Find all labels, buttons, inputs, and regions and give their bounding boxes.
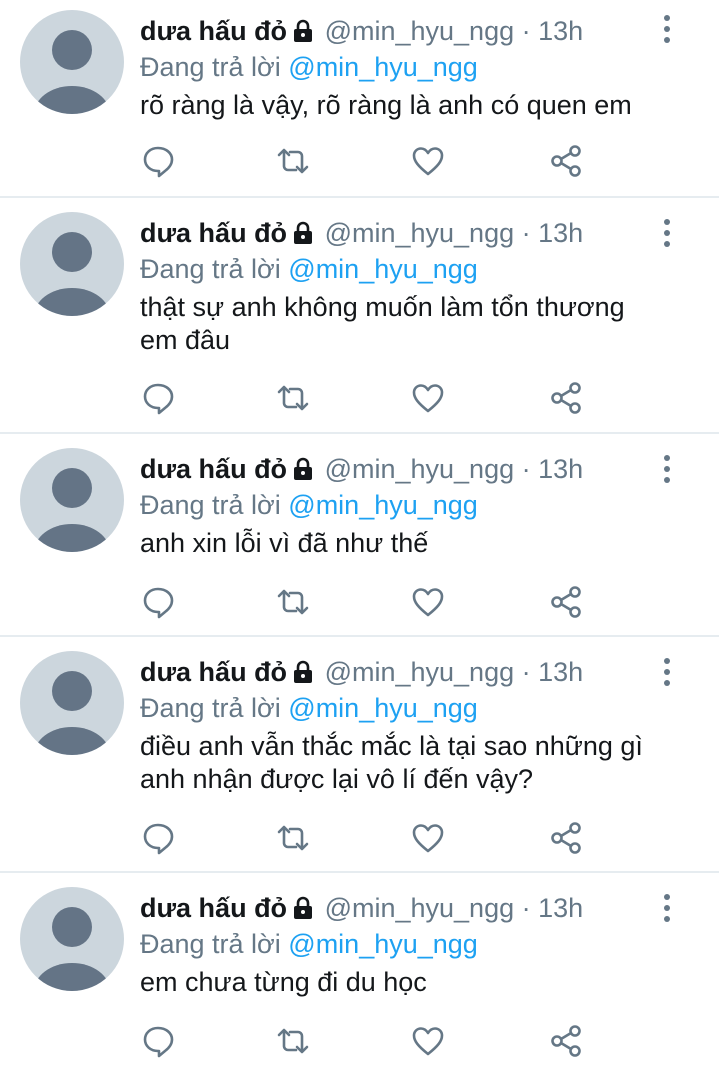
avatar[interactable]	[20, 212, 124, 316]
replying-to-label: Đang trả lời	[140, 490, 281, 520]
timestamp[interactable]: 13h	[538, 893, 583, 923]
tweet-actions	[140, 584, 600, 624]
display-name[interactable]: dưa hấu đỏ	[140, 454, 287, 484]
replying-to-mention[interactable]: @min_hyu_ngg	[288, 693, 478, 723]
replying-to-line: Đang trả lời @min_hyu_ngg	[140, 928, 659, 960]
retweet-icon[interactable]	[275, 1023, 315, 1063]
replying-to-mention[interactable]: @min_hyu_ngg	[288, 490, 478, 520]
share-icon[interactable]	[548, 143, 588, 183]
tweet-content: dưa hấu đỏ @min_hyu_ngg · 13h Đang trả l…	[140, 14, 659, 122]
tweet-content: dưa hấu đỏ @min_hyu_ngg · 13h Đang trả l…	[140, 452, 659, 560]
tweet-header: dưa hấu đỏ @min_hyu_ngg · 13h	[140, 655, 659, 692]
avatar[interactable]	[20, 10, 124, 114]
retweet-icon[interactable]	[275, 820, 315, 860]
timestamp[interactable]: 13h	[538, 454, 583, 484]
avatar[interactable]	[20, 448, 124, 552]
user-handle[interactable]: @min_hyu_ngg	[325, 218, 515, 248]
display-name[interactable]: dưa hấu đỏ	[140, 16, 287, 46]
user-handle[interactable]: @min_hyu_ngg	[325, 16, 515, 46]
avatar[interactable]	[20, 887, 124, 991]
more-vertical-icon[interactable]	[657, 14, 677, 44]
separator-dot: ·	[521, 218, 531, 248]
more-vertical-icon[interactable]	[657, 218, 677, 248]
replying-to-line: Đang trả lời @min_hyu_ngg	[140, 489, 659, 521]
lock-icon	[291, 17, 315, 51]
heart-icon[interactable]	[410, 1023, 450, 1063]
heart-icon[interactable]	[410, 820, 450, 860]
retweet-icon[interactable]	[275, 143, 315, 183]
separator-dot: ·	[521, 454, 531, 484]
share-icon[interactable]	[548, 380, 588, 420]
timestamp[interactable]: 13h	[538, 16, 583, 46]
reply-icon[interactable]	[140, 584, 180, 624]
user-handle[interactable]: @min_hyu_ngg	[325, 454, 515, 484]
heart-icon[interactable]	[410, 584, 450, 624]
replying-to-label: Đang trả lời	[140, 254, 281, 284]
tweet-actions	[140, 820, 600, 860]
tweet[interactable]: dưa hấu đỏ @min_hyu_ngg · 13h Đang trả l…	[0, 873, 719, 1076]
user-handle[interactable]: @min_hyu_ngg	[325, 893, 515, 923]
tweet-text: thật sự anh không muốn làm tổn thương em…	[140, 292, 625, 355]
tweet[interactable]: dưa hấu đỏ @min_hyu_ngg · 13h Đang trả l…	[0, 434, 719, 637]
lock-icon	[291, 658, 315, 692]
user-handle[interactable]: @min_hyu_ngg	[325, 657, 515, 687]
timestamp[interactable]: 13h	[538, 218, 583, 248]
replying-to-line: Đang trả lời @min_hyu_ngg	[140, 253, 659, 285]
display-name[interactable]: dưa hấu đỏ	[140, 893, 287, 923]
replying-to-label: Đang trả lời	[140, 52, 281, 82]
share-icon[interactable]	[548, 584, 588, 624]
tweet-header: dưa hấu đỏ @min_hyu_ngg · 13h	[140, 452, 659, 489]
replying-to-label: Đang trả lời	[140, 693, 281, 723]
replying-to-line: Đang trả lời @min_hyu_ngg	[140, 51, 659, 83]
share-icon[interactable]	[548, 820, 588, 860]
reply-icon[interactable]	[140, 380, 180, 420]
tweet-text: điều anh vẫn thắc mắc là tại sao những g…	[140, 731, 643, 794]
display-name[interactable]: dưa hấu đỏ	[140, 657, 287, 687]
tweet-header: dưa hấu đỏ @min_hyu_ngg · 13h	[140, 891, 659, 928]
tweet[interactable]: dưa hấu đỏ @min_hyu_ngg · 13h Đang trả l…	[0, 0, 719, 198]
retweet-icon[interactable]	[275, 380, 315, 420]
replying-to-line: Đang trả lời @min_hyu_ngg	[140, 692, 659, 724]
tweet-header: dưa hấu đỏ @min_hyu_ngg · 13h	[140, 14, 659, 51]
more-vertical-icon[interactable]	[657, 454, 677, 484]
separator-dot: ·	[521, 16, 531, 46]
replying-to-mention[interactable]: @min_hyu_ngg	[288, 52, 478, 82]
tweet[interactable]: dưa hấu đỏ @min_hyu_ngg · 13h Đang trả l…	[0, 198, 719, 434]
lock-icon	[291, 219, 315, 253]
tweet-actions	[140, 1023, 600, 1063]
tweet-text: anh xin lỗi vì đã như thế	[140, 528, 429, 558]
tweet-actions	[140, 380, 600, 420]
heart-icon[interactable]	[410, 380, 450, 420]
tweet-header: dưa hấu đỏ @min_hyu_ngg · 13h	[140, 216, 659, 253]
avatar[interactable]	[20, 651, 124, 755]
reply-icon[interactable]	[140, 143, 180, 183]
separator-dot: ·	[521, 893, 531, 923]
tweet-content: dưa hấu đỏ @min_hyu_ngg · 13h Đang trả l…	[140, 216, 659, 357]
tweet-actions	[140, 143, 600, 183]
replying-to-mention[interactable]: @min_hyu_ngg	[288, 929, 478, 959]
tweet-text: rõ ràng là vậy, rõ ràng là anh có quen e…	[140, 90, 632, 120]
replying-to-label: Đang trả lời	[140, 929, 281, 959]
heart-icon[interactable]	[410, 143, 450, 183]
reply-icon[interactable]	[140, 820, 180, 860]
lock-icon	[291, 455, 315, 489]
tweet-content: dưa hấu đỏ @min_hyu_ngg · 13h Đang trả l…	[140, 891, 659, 999]
retweet-icon[interactable]	[275, 584, 315, 624]
tweet-content: dưa hấu đỏ @min_hyu_ngg · 13h Đang trả l…	[140, 655, 659, 796]
share-icon[interactable]	[548, 1023, 588, 1063]
tweet-text: em chưa từng đi du học	[140, 967, 427, 997]
reply-icon[interactable]	[140, 1023, 180, 1063]
timestamp[interactable]: 13h	[538, 657, 583, 687]
replying-to-mention[interactable]: @min_hyu_ngg	[288, 254, 478, 284]
more-vertical-icon[interactable]	[657, 657, 677, 687]
separator-dot: ·	[521, 657, 531, 687]
lock-icon	[291, 894, 315, 928]
more-vertical-icon[interactable]	[657, 893, 677, 923]
display-name[interactable]: dưa hấu đỏ	[140, 218, 287, 248]
tweet[interactable]: dưa hấu đỏ @min_hyu_ngg · 13h Đang trả l…	[0, 637, 719, 873]
